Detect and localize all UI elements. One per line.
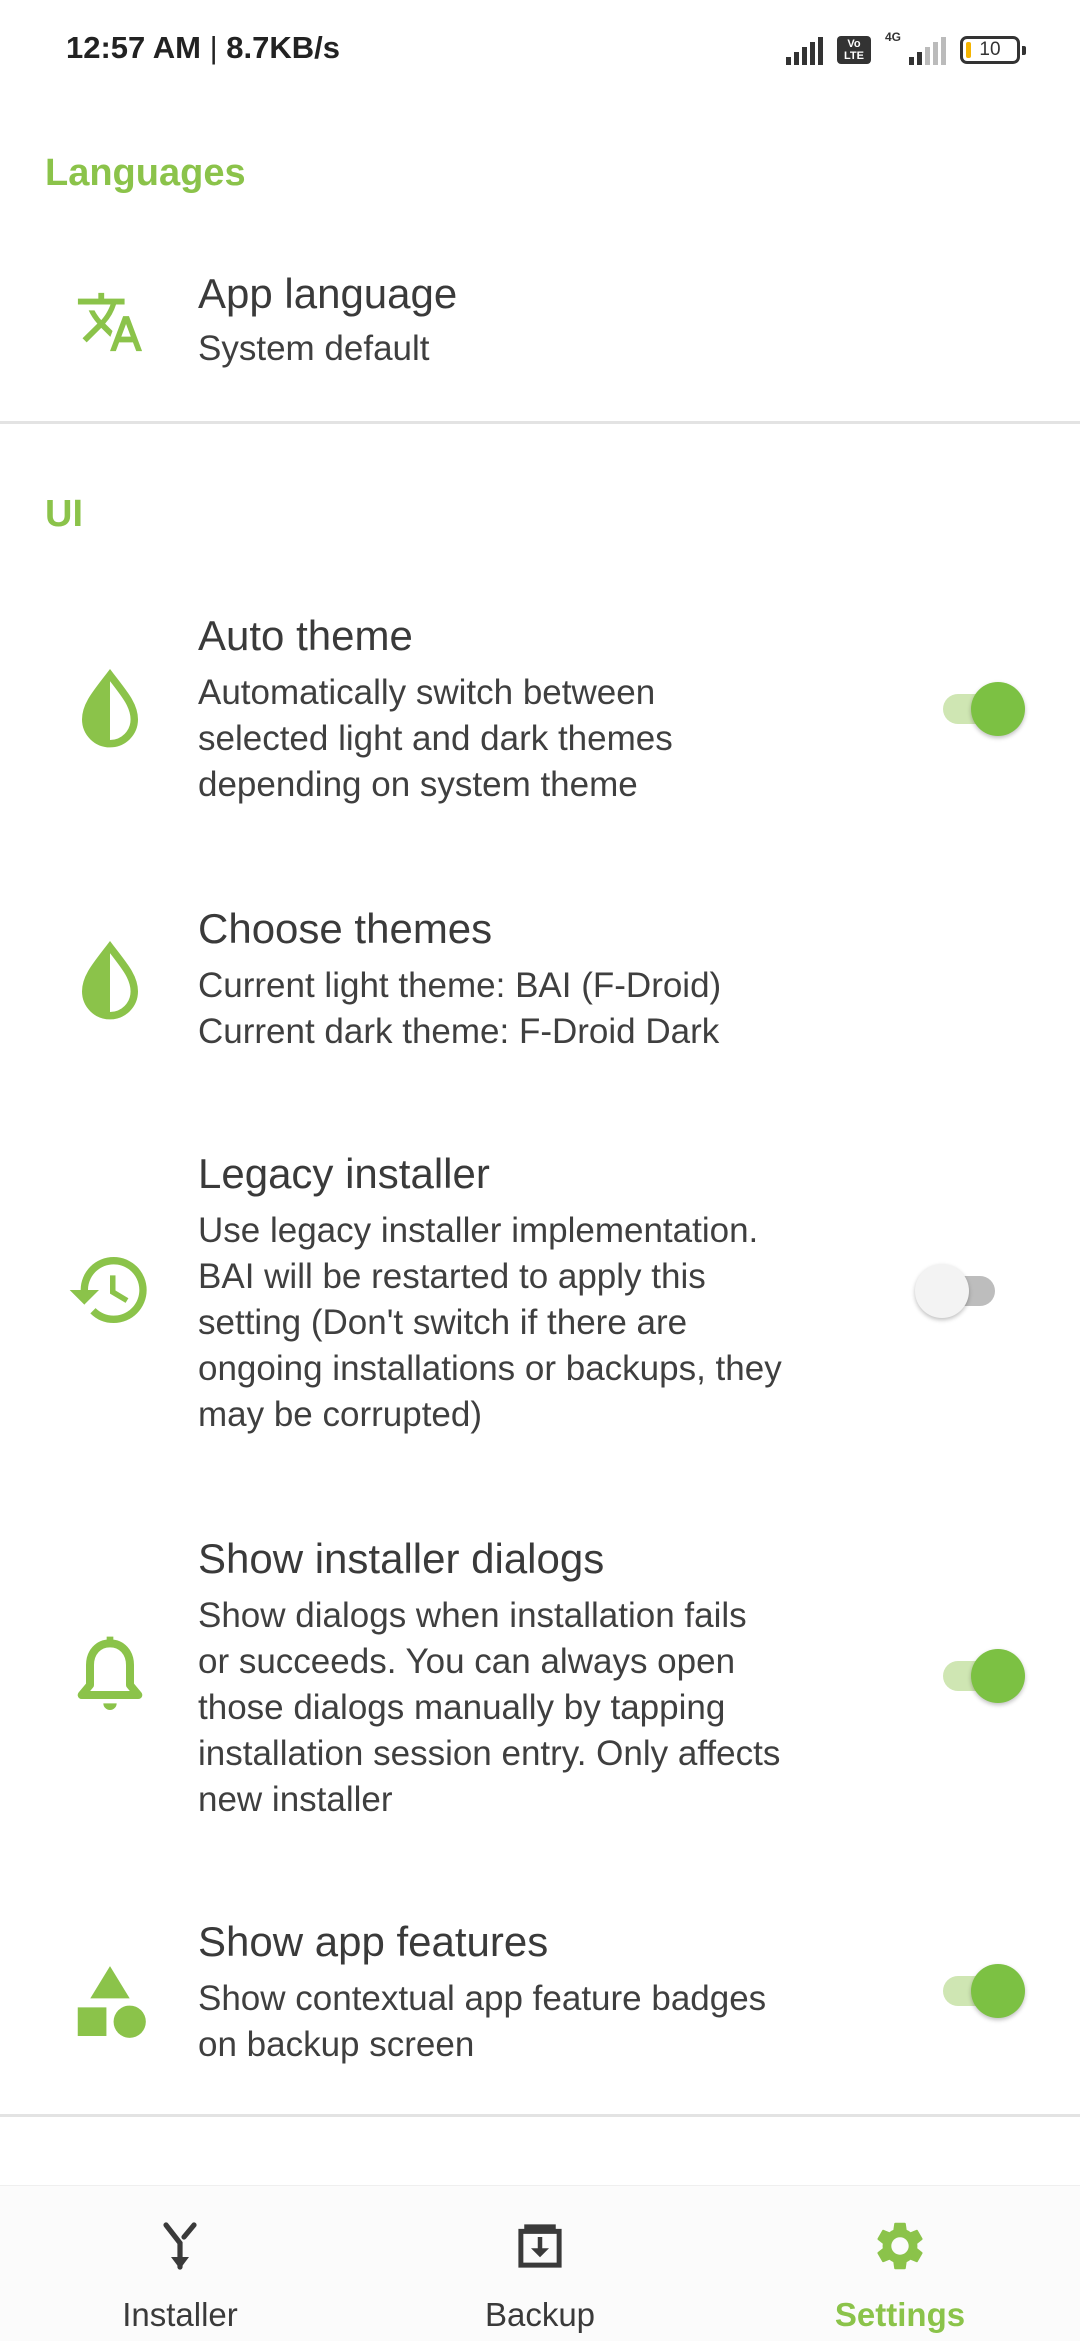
signal-weak-icon <box>909 35 946 65</box>
pref-summary: Show contextual app feature badges on ba… <box>198 1979 767 2064</box>
pref-title: Show installer dialogs <box>198 1535 605 1582</box>
section-header-languages: Languages <box>45 152 246 194</box>
clock: 12:57 AM <box>66 30 201 65</box>
history-icon <box>60 1240 160 1340</box>
status-icons: Vo LTE 4G 10 <box>785 30 1026 70</box>
volte-icon: Vo LTE <box>836 36 871 64</box>
section-divider <box>0 421 1080 424</box>
installer-dialogs-switch[interactable] <box>935 1645 1025 1705</box>
pref-summary: Show dialogs when installation fails or … <box>198 1596 781 1819</box>
nav-installer[interactable]: Installer <box>60 2186 300 2341</box>
app-features-switch[interactable] <box>935 1960 1025 2020</box>
status-separator: | <box>209 30 227 65</box>
switch-thumb <box>915 1264 969 1318</box>
net-speed: 8.7KB/s <box>226 30 340 65</box>
pref-title: App language <box>198 270 458 317</box>
switch-thumb <box>971 1649 1025 1703</box>
pref-app-language[interactable]: App language System default <box>0 262 1080 422</box>
pref-summary: System default <box>198 329 430 368</box>
shapes-icon <box>60 1952 160 2052</box>
pref-title: Choose themes <box>198 905 493 952</box>
nav-label: Installer <box>122 2296 238 2333</box>
settings-gear-icon <box>870 2216 930 2276</box>
nav-label: Settings <box>834 2296 966 2333</box>
theme-drop-icon <box>60 930 160 1030</box>
bell-icon <box>60 1625 160 1725</box>
pref-show-installer-dialogs[interactable]: Show installer dialogs Show dialogs when… <box>0 1525 1080 1845</box>
section-header-ui: UI <box>45 493 83 535</box>
pref-show-app-features[interactable]: Show app features Show contextual app fe… <box>0 1910 1080 2090</box>
pref-title: Show app features <box>198 1918 549 1965</box>
battery-icon: 10 <box>960 36 1026 64</box>
auto-theme-switch[interactable] <box>935 678 1025 738</box>
nav-backup[interactable]: Backup <box>420 2186 660 2341</box>
pref-auto-theme[interactable]: Auto theme Automatically switch between … <box>0 600 1080 830</box>
installer-merge-icon <box>150 2216 210 2276</box>
pref-legacy-installer[interactable]: Legacy installer Use legacy installer im… <box>0 1140 1080 1460</box>
switch-thumb <box>971 1964 1025 2018</box>
theme-drop-icon <box>60 658 160 758</box>
legacy-installer-switch[interactable] <box>915 1260 1005 1320</box>
nav-label: Backup <box>484 2296 596 2333</box>
backup-archive-icon <box>510 2216 570 2276</box>
translate-icon <box>60 272 160 372</box>
pref-summary: Current light theme: BAI (F-Droid) Curre… <box>198 966 722 1051</box>
status-bar: 12:57 AM | 8.7KB/s Vo LTE 4G 10 <box>0 0 1080 100</box>
bottom-navigation: Installer Backup Settings <box>0 2185 1080 2341</box>
pref-choose-themes[interactable]: Choose themes Current light theme: BAI (… <box>0 895 1080 1055</box>
switch-thumb <box>971 682 1025 736</box>
network-type-label: 4G <box>884 30 901 44</box>
status-time: 12:57 AM | 8.7KB/s <box>66 30 340 66</box>
nav-settings[interactable]: Settings <box>780 2186 1020 2341</box>
pref-summary: Use legacy installer implementation. BAI… <box>198 1211 782 1434</box>
pref-title: Auto theme <box>198 612 413 659</box>
pref-title: Legacy installer <box>198 1150 490 1197</box>
signal-icon <box>785 35 823 65</box>
pref-summary: Automatically switch between selected li… <box>198 673 673 804</box>
section-divider <box>0 2114 1080 2117</box>
